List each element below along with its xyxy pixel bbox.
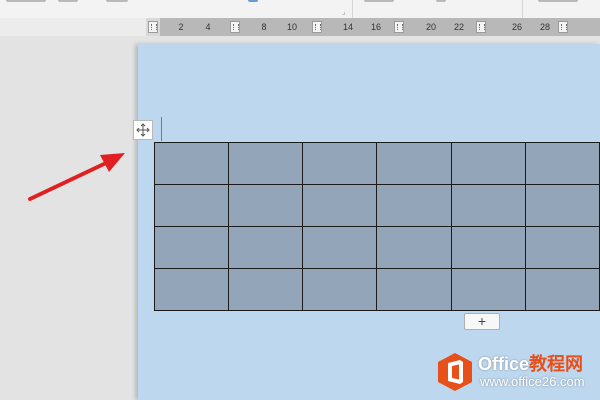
watermark: Office教程网 www.office26.com bbox=[434, 348, 600, 396]
watermark-url: www.office26.com bbox=[480, 374, 585, 389]
red-arrow bbox=[28, 153, 125, 201]
watermark-title-orange: 教程网 bbox=[529, 354, 584, 374]
watermark-title-white: Office bbox=[478, 354, 530, 374]
watermark-title: Office教程网 bbox=[478, 350, 583, 376]
office-logo-icon bbox=[438, 353, 472, 391]
